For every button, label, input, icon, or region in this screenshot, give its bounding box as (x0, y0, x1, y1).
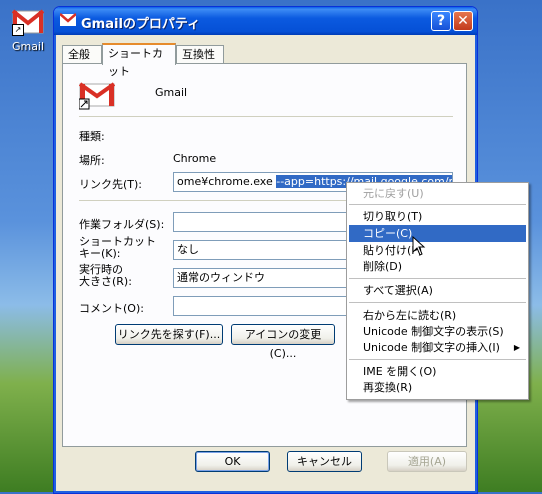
menu-item-cut[interactable]: 切り取り(T) (349, 208, 526, 225)
tab-shortcut[interactable]: ショートカット (102, 43, 176, 78)
menu-separator (349, 278, 526, 279)
desktop-icon-label: Gmail (11, 40, 45, 53)
find-target-button[interactable]: リンク先を探す(F)... (115, 324, 223, 345)
menu-item-undo[interactable]: 元に戻す(U) (349, 185, 526, 202)
ok-button[interactable]: OK (195, 451, 270, 472)
type-label: 種類: (79, 130, 105, 143)
comment-label: コメント(O): (79, 302, 144, 315)
menu-separator (349, 359, 526, 360)
run-label-line2: 大きさ(R): (79, 275, 132, 288)
tab-general[interactable]: 全般 (62, 45, 102, 63)
target-text: ome¥chrome.exe (177, 175, 277, 188)
title-bar[interactable]: Gmailのプロパティ ? ✕ (54, 7, 477, 35)
mouse-cursor-icon (412, 235, 426, 259)
menu-item-reconvert[interactable]: 再変換(R) (349, 379, 526, 396)
gmail-large-icon (78, 80, 116, 113)
cancel-button[interactable]: キャンセル (287, 451, 362, 472)
menu-item-delete[interactable]: 削除(D) (349, 258, 526, 275)
location-label: 場所: (79, 154, 105, 167)
hotkey-label: ショートカット キー(K): (79, 236, 156, 260)
window-title: Gmailのプロパティ (81, 17, 201, 32)
target-label: リンク先(T): (79, 178, 143, 191)
menu-item-copy[interactable]: コピー(C) (349, 225, 526, 242)
menu-separator (349, 302, 526, 303)
shortcut-name: Gmail (155, 86, 188, 99)
startin-label: 作業フォルダ(S): (79, 218, 165, 231)
tab-compatibility[interactable]: 互換性 (176, 45, 224, 63)
location-value: Chrome (173, 152, 217, 165)
menu-item-insert-unicode[interactable]: Unicode 制御文字の挿入(I) ▶ (349, 339, 526, 356)
menu-item-open-ime[interactable]: IME を開く(O) (349, 363, 526, 380)
gmail-title-icon (59, 13, 77, 27)
help-button[interactable]: ? (431, 11, 451, 31)
run-label: 実行時の 大きさ(R): (79, 264, 132, 288)
change-icon-button[interactable]: アイコンの変更(C)... (231, 324, 335, 360)
context-menu: 元に戻す(U) 切り取り(T) コピー(C) 貼り付け(P) 削除(D) すべて… (346, 182, 529, 400)
divider (79, 116, 453, 117)
desktop-icon-gmail[interactable]: ↗ Gmail (6, 8, 50, 53)
close-button[interactable]: ✕ (453, 11, 473, 31)
hotkey-label-line2: キー(K): (79, 247, 121, 260)
menu-item-paste[interactable]: 貼り付け(P) (349, 242, 526, 259)
gmail-logo-icon: ↗ (11, 8, 45, 36)
menu-item-show-unicode[interactable]: Unicode 制御文字の表示(S) (349, 323, 526, 340)
submenu-arrow-icon: ▶ (513, 343, 520, 352)
menu-item-select-all[interactable]: すべて選択(A) (349, 282, 526, 299)
menu-item-insert-unicode-label: Unicode 制御文字の挿入(I) (363, 341, 500, 354)
menu-item-rtl[interactable]: 右から左に読む(R) (349, 307, 526, 324)
menu-separator (349, 204, 526, 205)
apply-button[interactable]: 適用(A) (387, 451, 467, 472)
shortcut-arrow-icon: ↗ (12, 24, 24, 36)
